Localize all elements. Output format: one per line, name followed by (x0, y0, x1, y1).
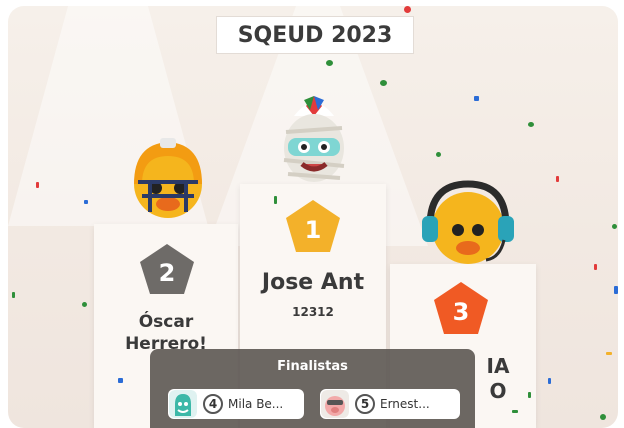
confetti-piece (474, 96, 479, 101)
confetti-piece (606, 352, 612, 355)
rank-1-number: 1 (305, 216, 322, 244)
confetti-piece (594, 264, 597, 270)
confetti-piece (118, 378, 123, 383)
finalist-item-5[interactable]: 5 Ernest... (320, 389, 460, 419)
finalist-name: Ernest... (380, 397, 430, 411)
mummy-avatar (283, 96, 345, 182)
second-place-name-line1: Óscar (138, 312, 194, 332)
finalist-rank-badge: 4 (203, 394, 223, 414)
third-place-name-line2: O (489, 379, 507, 403)
confetti-piece (512, 410, 518, 413)
confetti-piece (274, 196, 277, 204)
finalists-title: Finalistas (277, 359, 348, 374)
first-place-name: Jose Ant (261, 270, 365, 295)
headset-duck-avatar (422, 180, 514, 264)
ghost-avatar (169, 390, 197, 418)
finalists-panel: Finalistas 4 Mila Be... 5 Ernest... (150, 349, 475, 428)
confetti-piece (380, 80, 387, 86)
event-title: SQEUD 2023 (216, 16, 414, 54)
finalist-rank-badge: 5 (355, 394, 375, 414)
third-place-name-line1: IA (486, 354, 510, 378)
confetti-piece (548, 378, 551, 384)
football-helmet-duck-avatar (134, 138, 202, 218)
confetti-piece (436, 152, 441, 157)
rank-3-number: 3 (453, 298, 470, 326)
rank-3-badge: 3 (434, 282, 488, 334)
confetti-piece (326, 60, 333, 66)
rank-2-badge: 2 (140, 244, 194, 294)
rank-2-number: 2 (159, 259, 176, 287)
first-place-score: 12312 (292, 305, 334, 319)
confetti-piece (556, 176, 559, 182)
confetti-piece (36, 182, 39, 188)
pig-avatar (321, 390, 349, 418)
confetti-piece (528, 392, 531, 398)
confetti-piece (614, 286, 618, 294)
finalist-item-4[interactable]: 4 Mila Be... (168, 389, 304, 419)
confetti-piece (612, 224, 617, 229)
confetti-piece (404, 6, 411, 13)
finalist-name: Mila Be... (228, 397, 284, 411)
confetti-piece (82, 302, 87, 307)
confetti-piece (528, 122, 534, 127)
rank-1-badge: 1 (286, 200, 340, 252)
leaderboard-stage: SQEUD 2023 2 Óscar Herrero! 1 Jose Ant 1… (8, 6, 618, 428)
confetti-piece (12, 292, 15, 298)
confetti-piece (84, 200, 88, 204)
confetti-piece (600, 414, 606, 420)
